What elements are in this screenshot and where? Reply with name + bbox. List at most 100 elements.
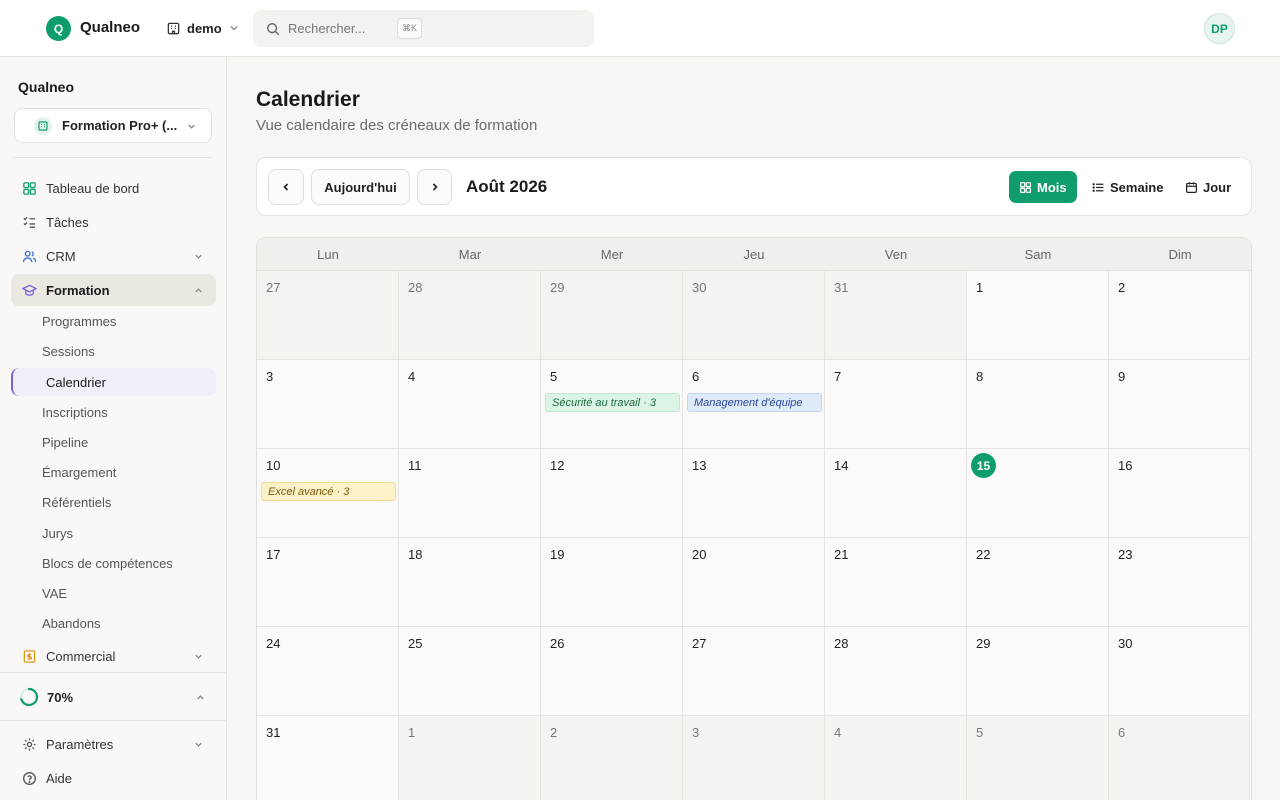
day-number: 26 (550, 636, 565, 651)
calendar-day[interactable]: 21 (825, 538, 967, 627)
nav-commercial[interactable]: Commercial (11, 640, 216, 672)
sub-abandons[interactable]: Abandons (11, 609, 216, 637)
global-search[interactable]: ⌘K (253, 10, 594, 47)
calendar-day[interactable]: 26 (541, 627, 683, 716)
sub-jurys[interactable]: Jurys (11, 519, 216, 547)
building-icon (167, 22, 180, 34)
search-icon (267, 22, 280, 35)
chevron-down-icon (195, 742, 202, 747)
sub-emargement[interactable]: Émargement (11, 458, 216, 486)
day-number: 28 (408, 280, 423, 295)
sub-programmes[interactable]: Programmes (11, 307, 216, 335)
calendar-day[interactable]: 30 (683, 271, 825, 360)
calendar-day[interactable]: 4 (825, 716, 967, 800)
calendar-day[interactable]: 29 (967, 627, 1109, 716)
nav-settings[interactable]: Paramètres (11, 728, 216, 760)
sidebar: Qualneo Formation Pro+ (... Tableau de b… (0, 57, 227, 800)
calendar-event[interactable]: Sécurité au travail · 3 (545, 393, 680, 412)
calendar-day[interactable]: 27 (257, 271, 399, 360)
view-week-button[interactable]: Semaine (1082, 171, 1173, 203)
nav-help[interactable]: Aide (11, 762, 216, 794)
calendar-day-today[interactable]: 15 (967, 449, 1109, 538)
sub-vae[interactable]: VAE (11, 579, 216, 607)
day-number: 6 (1118, 725, 1126, 740)
view-day-button[interactable]: Jour (1175, 171, 1241, 203)
chevron-up-icon (197, 695, 204, 700)
calendar-day[interactable]: 25 (399, 627, 541, 716)
divider (0, 720, 227, 721)
day-number: 17 (266, 547, 281, 562)
day-number: 4 (834, 725, 842, 740)
calendar-day[interactable]: 20 (683, 538, 825, 627)
calendar-day[interactable]: 6 (1109, 716, 1250, 800)
calendar-day[interactable]: 22 (967, 538, 1109, 627)
calendar-day[interactable]: 29 (541, 271, 683, 360)
sub-inscriptions[interactable]: Inscriptions (11, 398, 216, 426)
weekday-label: Ven (884, 247, 908, 262)
calendar-day[interactable]: 23 (1109, 538, 1250, 627)
view-month-button[interactable]: Mois (1009, 171, 1077, 203)
calendar-day[interactable]: 24 (257, 627, 399, 716)
workspace-name: demo (187, 20, 222, 36)
calendar-day[interactable]: 27 (683, 627, 825, 716)
nav-dashboard[interactable]: Tableau de bord (11, 172, 216, 204)
view-day-label: Jour (1203, 179, 1232, 195)
invoice-icon (21, 648, 37, 664)
calendar-day[interactable]: 11 (399, 449, 541, 538)
calendar-day[interactable]: 1 (967, 271, 1109, 360)
sub-blocs-competences[interactable]: Blocs de compétences (11, 549, 216, 577)
calendar-day[interactable]: 31 (257, 716, 399, 800)
brand-name[interactable]: Qualneo (80, 19, 140, 36)
sub-referentiels[interactable]: Référentiels (11, 488, 216, 516)
calendar-day[interactable]: 13 (683, 449, 825, 538)
calendar-day[interactable]: 5 Sécurité au travail · 3 (541, 360, 683, 449)
view-week-label: Semaine (1110, 179, 1164, 195)
calendar-day[interactable]: 12 (541, 449, 683, 538)
workspace-switcher[interactable]: demo (166, 17, 240, 39)
calendar-day[interactable]: 8 (967, 360, 1109, 449)
search-input[interactable] (288, 21, 383, 36)
calendar-event[interactable]: Excel avancé · 3 (261, 482, 396, 501)
calendar-day[interactable]: 4 (399, 360, 541, 449)
nav-label: Tâches (46, 214, 89, 230)
calendar-day[interactable]: 6 Management d'équipe (683, 360, 825, 449)
calendar-event[interactable]: Management d'équipe (687, 393, 822, 412)
app-logo[interactable]: Q (46, 16, 71, 41)
calendar-day[interactable]: 28 (825, 627, 967, 716)
calendar-day[interactable]: 2 (541, 716, 683, 800)
calendar-day[interactable]: 18 (399, 538, 541, 627)
organization-select[interactable]: Formation Pro+ (... (14, 108, 212, 143)
calendar-day[interactable]: 9 (1109, 360, 1250, 449)
nav-formation[interactable]: Formation (11, 274, 216, 306)
onboarding-progress[interactable]: 70% (11, 681, 216, 713)
prev-month-button[interactable] (268, 169, 304, 205)
calendar-day[interactable]: 10 Excel avancé · 3 (257, 449, 399, 538)
calendar-day[interactable]: 14 (825, 449, 967, 538)
sub-calendrier[interactable]: Calendrier (11, 368, 216, 396)
calendar-day[interactable]: 17 (257, 538, 399, 627)
calendar-day[interactable]: 19 (541, 538, 683, 627)
user-avatar[interactable]: DP (1204, 13, 1235, 44)
next-month-button[interactable] (417, 169, 452, 205)
sub-pipeline[interactable]: Pipeline (11, 428, 216, 456)
day-number: 22 (976, 547, 991, 562)
calendar-day[interactable]: 2 (1109, 271, 1250, 360)
calendar-day[interactable]: 28 (399, 271, 541, 360)
calendar-day[interactable]: 3 (257, 360, 399, 449)
nav-crm[interactable]: CRM (11, 240, 216, 272)
calendar-day[interactable]: 16 (1109, 449, 1250, 538)
day-number: 10 (266, 458, 281, 473)
calendar-day[interactable]: 3 (683, 716, 825, 800)
day-number: 7 (834, 369, 842, 384)
calendar-day[interactable]: 31 (825, 271, 967, 360)
day-number: 13 (692, 458, 707, 473)
calendar-day[interactable]: 30 (1109, 627, 1250, 716)
nav-tasks[interactable]: Tâches (11, 206, 216, 238)
calendar-day[interactable]: 5 (967, 716, 1109, 800)
calendar-day[interactable]: 7 (825, 360, 967, 449)
top-bar: Q Qualneo demo ⌘K DP (0, 0, 1280, 57)
day-number: 12 (550, 458, 565, 473)
today-button[interactable]: Aujourd'hui (311, 169, 410, 205)
calendar-day[interactable]: 1 (399, 716, 541, 800)
sub-sessions[interactable]: Sessions (11, 337, 216, 365)
